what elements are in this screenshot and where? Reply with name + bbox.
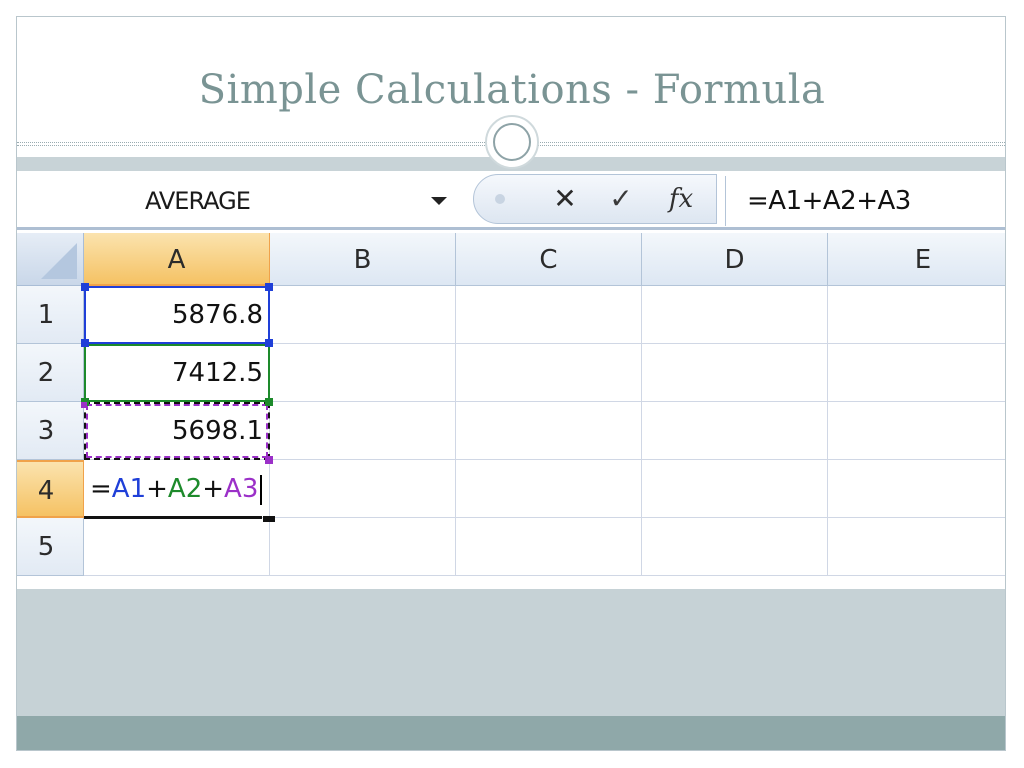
column-header-row: A B C D E bbox=[17, 233, 1005, 286]
resize-dot-icon bbox=[495, 194, 505, 204]
cell-e4[interactable] bbox=[828, 460, 1005, 518]
text-cursor bbox=[260, 474, 263, 505]
cell-d5[interactable] bbox=[642, 518, 828, 576]
cell-a4[interactable]: =A1+A2+A3 bbox=[84, 460, 270, 518]
column-header-b[interactable]: B bbox=[270, 233, 456, 286]
row-header-3[interactable]: 3 bbox=[17, 402, 84, 460]
spreadsheet-grid: A B C D E 1 2 3 4 5 5876.8 7412.5 5698.1 bbox=[17, 233, 1005, 605]
resize-handle[interactable] bbox=[81, 283, 89, 291]
formula-plus-2: + bbox=[202, 474, 225, 504]
cancel-button[interactable]: ✕ bbox=[545, 180, 585, 218]
cell-e3[interactable] bbox=[828, 402, 1005, 460]
cell-b3[interactable] bbox=[270, 402, 456, 460]
column-header-e[interactable]: E bbox=[828, 233, 1005, 286]
cell-d1[interactable] bbox=[642, 286, 828, 344]
insert-function-button[interactable]: fx bbox=[661, 180, 701, 218]
slide: Simple Calculations - Formula AVERAGE ✕ … bbox=[16, 16, 1006, 751]
resize-handle[interactable] bbox=[81, 339, 89, 347]
cell-c5[interactable] bbox=[456, 518, 642, 576]
formula-separator bbox=[725, 176, 726, 226]
footer-band bbox=[17, 589, 1005, 717]
chevron-down-icon[interactable] bbox=[431, 197, 447, 205]
slide-title: Simple Calculations - Formula bbox=[198, 67, 826, 113]
cell-c3[interactable] bbox=[456, 402, 642, 460]
resize-handle[interactable] bbox=[81, 402, 87, 408]
formula-plus: + bbox=[146, 474, 168, 504]
column-header-a[interactable]: A bbox=[84, 233, 270, 286]
cell-c1[interactable] bbox=[456, 286, 642, 344]
name-box[interactable]: AVERAGE bbox=[17, 172, 467, 227]
formula-input[interactable]: =A1+A2+A3 bbox=[747, 186, 911, 216]
cell-d3[interactable] bbox=[642, 402, 828, 460]
column-header-d[interactable]: D bbox=[642, 233, 828, 286]
fill-handle[interactable] bbox=[263, 516, 275, 522]
cell-d2[interactable] bbox=[642, 344, 828, 402]
resize-handle[interactable] bbox=[265, 456, 273, 464]
cell-d4[interactable] bbox=[642, 460, 828, 518]
cell-b2[interactable] bbox=[270, 344, 456, 402]
formula-equals: = bbox=[90, 474, 112, 504]
ref-highlight-a1 bbox=[84, 286, 270, 344]
cell-c4[interactable] bbox=[456, 460, 642, 518]
ref-highlight-a2 bbox=[84, 344, 270, 402]
column-header-c[interactable]: C bbox=[456, 233, 642, 286]
cell-c2[interactable] bbox=[456, 344, 642, 402]
active-cell-border bbox=[84, 516, 262, 519]
cell-e1[interactable] bbox=[828, 286, 1005, 344]
cell-e5[interactable] bbox=[828, 518, 1005, 576]
name-box-value: AVERAGE bbox=[145, 187, 251, 215]
resize-handle[interactable] bbox=[265, 339, 273, 347]
row-header-1[interactable]: 1 bbox=[17, 286, 84, 344]
ref-highlight-a3 bbox=[86, 404, 268, 458]
row-header-5[interactable]: 5 bbox=[17, 518, 84, 576]
select-all-icon bbox=[41, 243, 77, 279]
cell-a5[interactable] bbox=[84, 518, 270, 576]
resize-handle[interactable] bbox=[265, 398, 273, 406]
row-header-2[interactable]: 2 bbox=[17, 344, 84, 402]
select-all-button[interactable] bbox=[17, 233, 84, 286]
enter-button[interactable]: ✓ bbox=[601, 180, 641, 218]
formula-bar: AVERAGE ✕ ✓ fx =A1+A2+A3 bbox=[17, 172, 1005, 230]
cell-e2[interactable] bbox=[828, 344, 1005, 402]
footer-bar bbox=[17, 716, 1005, 750]
formula-ref-a1: A1 bbox=[111, 474, 147, 504]
cell-b5[interactable] bbox=[270, 518, 456, 576]
resize-handle[interactable] bbox=[265, 283, 273, 291]
row-header-4[interactable]: 4 bbox=[17, 460, 84, 518]
formula-ref-a3: A3 bbox=[224, 474, 259, 504]
title-ornament bbox=[485, 115, 539, 169]
cell-b4[interactable] bbox=[270, 460, 456, 518]
formula-ref-a2: A2 bbox=[167, 474, 203, 504]
cell-b1[interactable] bbox=[270, 286, 456, 344]
